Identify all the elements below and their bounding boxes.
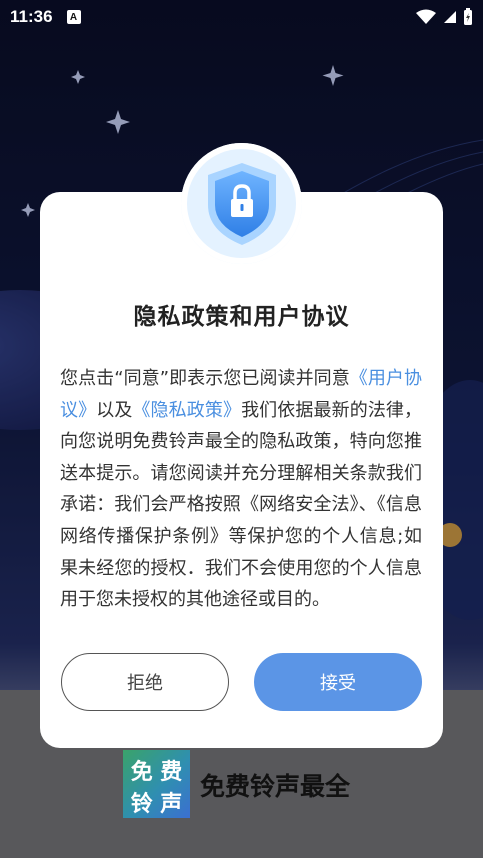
privacy-policy-link[interactable]: 《隐私政策》 (132, 400, 241, 421)
notification-icon: A (66, 10, 81, 24)
shield-lock-icon (207, 162, 276, 245)
shield-badge (181, 143, 302, 264)
status-icons (415, 8, 473, 26)
logo-char: 铃 (130, 792, 153, 817)
signal-icon (444, 11, 456, 23)
body-text-2: 以及 (96, 399, 133, 421)
battery-icon (464, 8, 472, 25)
reject-button[interactable]: 拒绝 (61, 653, 229, 711)
clock: 11:36 (10, 7, 53, 26)
body-text-3: 我们依据最新的法律，向您说明免费铃声最全的隐私政策，特向您推送本提示。请您阅读并… (60, 399, 422, 611)
logo-char: 声 (160, 792, 183, 817)
logo-char: 免 (130, 760, 153, 785)
wifi-icon (416, 9, 436, 24)
app-logo: 免 费 铃 声 (123, 750, 190, 818)
accept-button[interactable]: 接受 (254, 653, 422, 711)
dialog-body: 您点击“同意”即表示您已阅读并同意《用户协议》以及《隐私政策》我们依据最新的法律… (60, 363, 422, 635)
body-text-1: 您点击“同意”即表示您已阅读并同意 (60, 368, 350, 389)
dialog-title: 隐私政策和用户协议 (133, 304, 350, 330)
status-bar: 11:36 A (0, 0, 483, 34)
app-name: 免费铃声最全 (200, 772, 351, 801)
logo-char: 费 (160, 760, 183, 785)
